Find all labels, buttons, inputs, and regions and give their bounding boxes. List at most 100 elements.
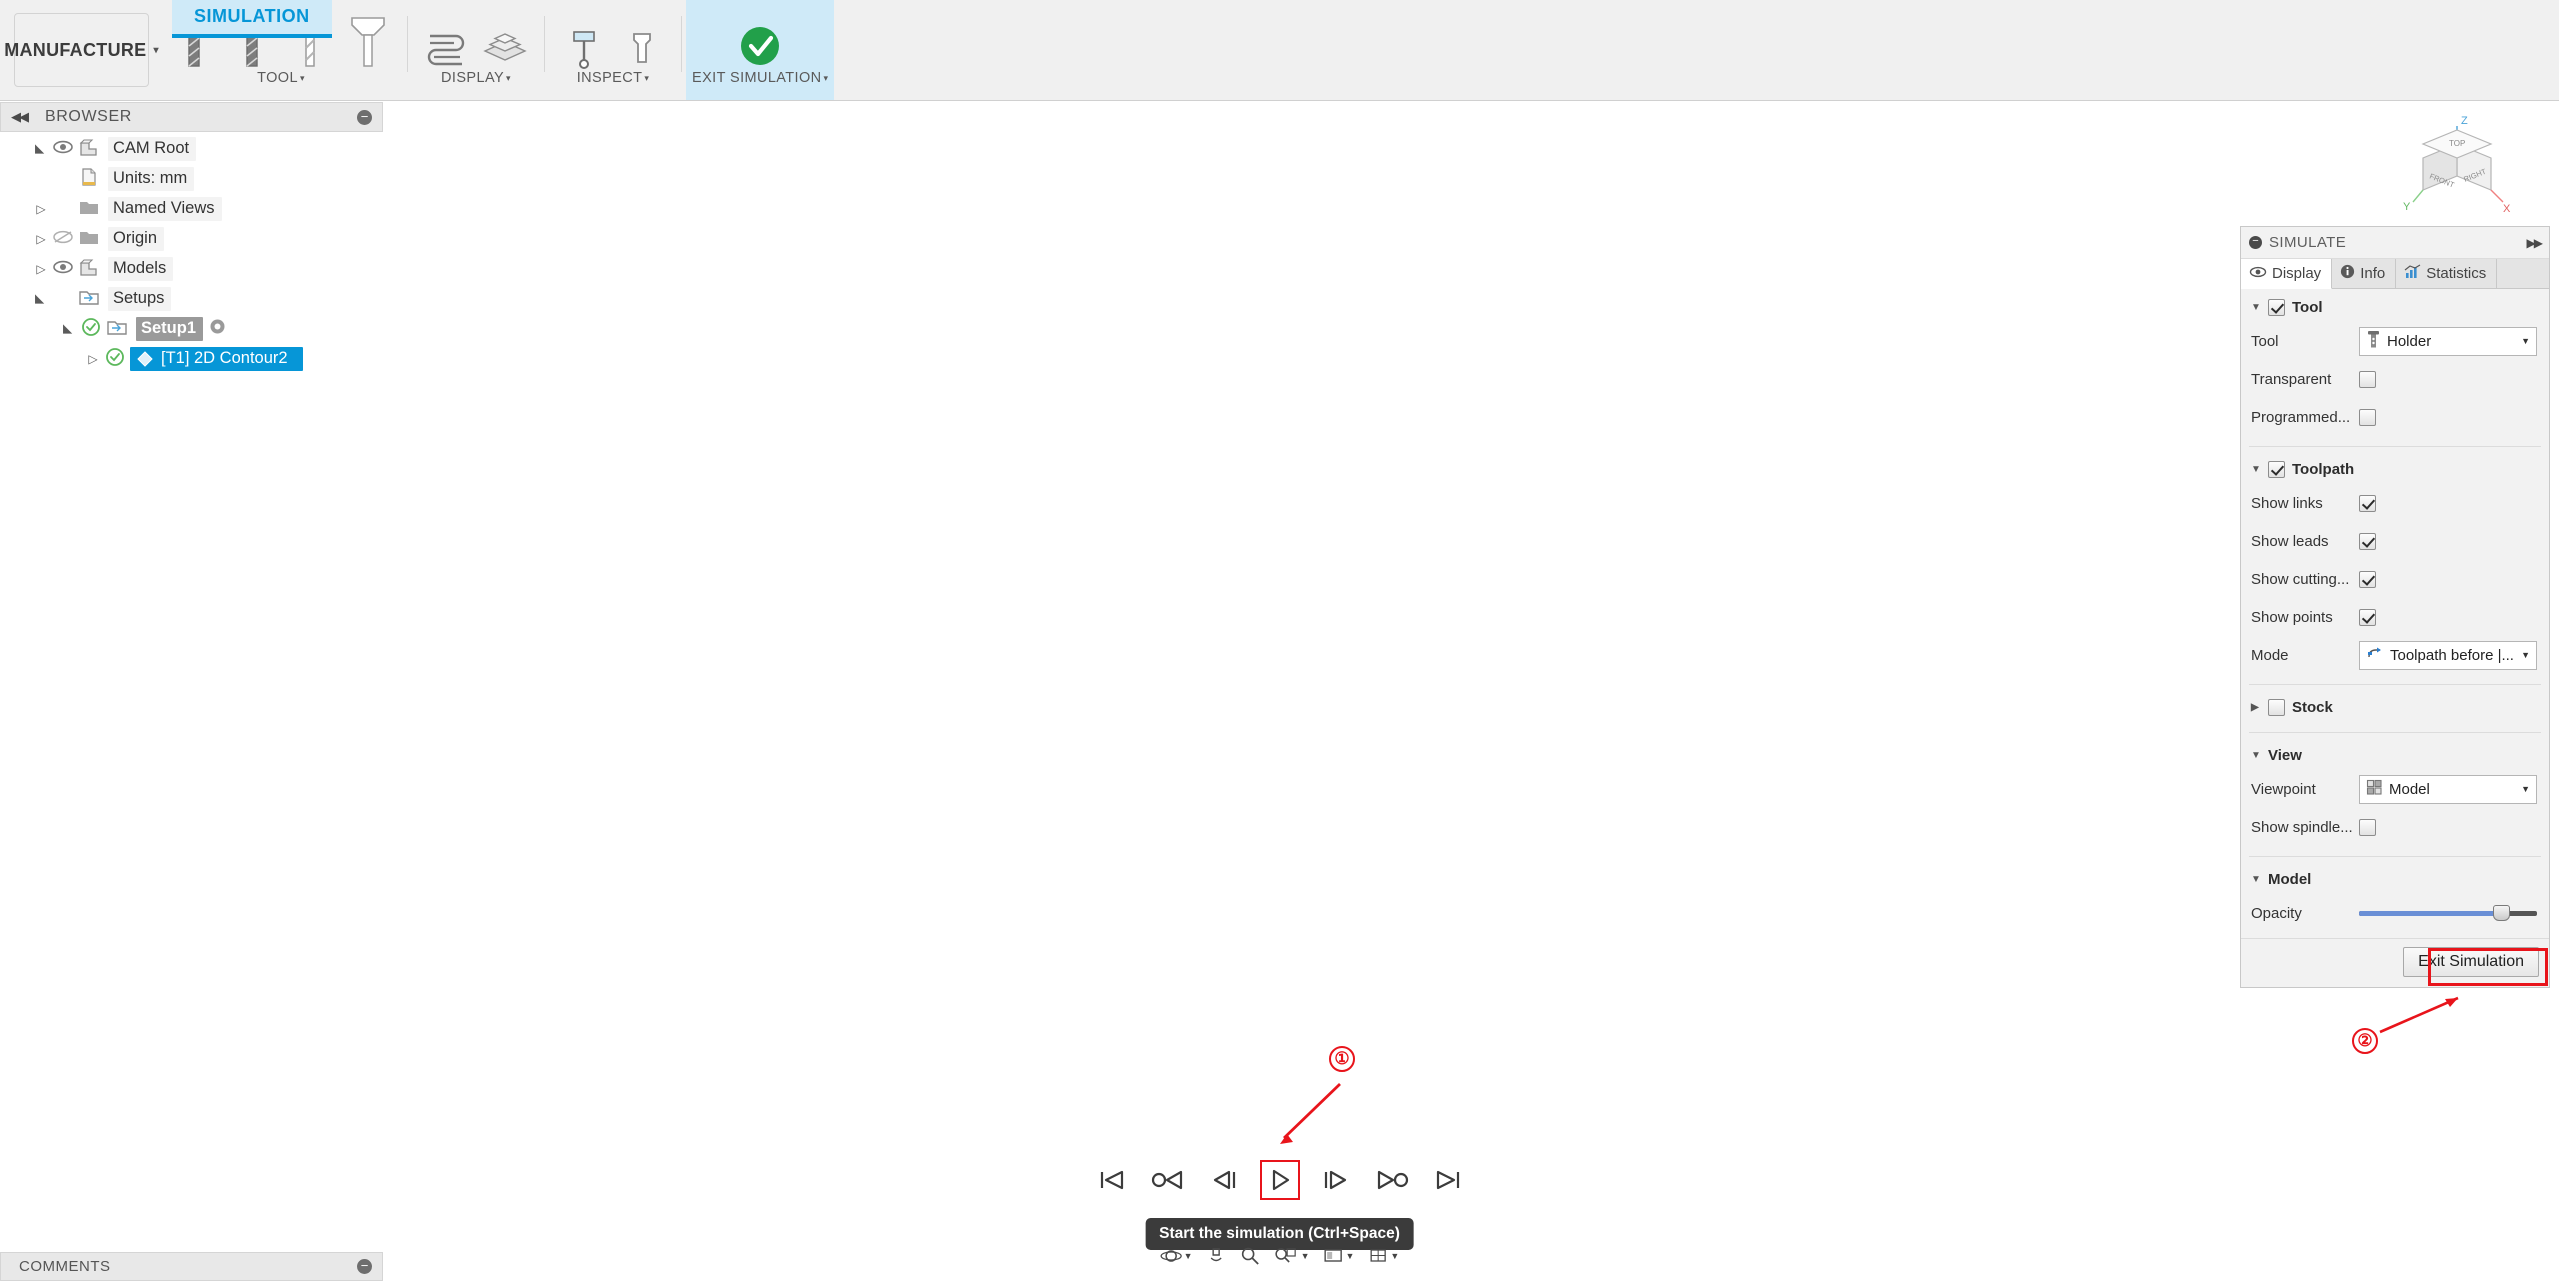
tree-item-named-views[interactable]: Named Views [0,194,383,224]
stock-section-checkbox[interactable] [2268,699,2285,716]
show-points-checkbox[interactable] [2359,609,2376,626]
show-cutting-checkbox[interactable] [2359,571,2376,588]
chevron-down-icon[interactable]: ▼ [1390,1251,1399,1261]
twisty-open-icon[interactable] [30,142,52,156]
twisty-closed-icon[interactable] [82,352,104,366]
viewcube[interactable]: Z TOP FRONT RIGHT Y X [2399,110,2519,230]
skip-to-end-button[interactable] [1428,1160,1468,1200]
tree-item-operation-2d-contour2[interactable]: [T1] 2D Contour2 [0,344,383,374]
panel-label-display[interactable]: DISPLAY▾ [441,70,511,86]
twisty-closed-icon[interactable] [30,262,52,276]
show-leads-checkbox[interactable] [2359,533,2376,550]
measure-button[interactable] [555,8,613,72]
tree-item-origin[interactable]: Origin [0,224,383,254]
skip-to-start-button[interactable] [1092,1160,1132,1200]
top-toolbar: MANUFACTURE ▾ [0,0,2559,101]
browser-menu-button[interactable]: − [357,110,372,125]
zoom-button[interactable] [1241,1246,1261,1266]
double-arrow-right-icon[interactable]: ▶▶ [2527,236,2541,250]
collapse-left-icon[interactable]: ◀◀ [11,109,27,125]
fast-forward-button[interactable] [1372,1160,1412,1200]
section-stock-header[interactable]: ▶ Stock [2241,693,2549,722]
mode-dropdown[interactable]: Toolpath before |... ▼ [2359,641,2537,670]
triangle-down-icon[interactable]: ▼ [2251,874,2261,885]
tool-dropdown[interactable]: Holder ▼ [2359,327,2537,356]
display-settings-button[interactable]: ▼ [1324,1246,1355,1266]
exit-simulation-toolbar-button[interactable] [717,8,803,72]
triangle-down-icon[interactable]: ▼ [2251,302,2261,313]
show-cutting-label: Show cutting... [2251,571,2359,588]
section-view-header[interactable]: ▼ View [2241,741,2549,770]
section-model-header[interactable]: ▼ Model [2241,865,2549,894]
grid-snap-button[interactable]: ▼ [1368,1246,1399,1266]
panel-exit-simulation: EXIT SIMULATION▾ [686,0,834,100]
stock-display-icon [481,24,529,72]
show-spindle-checkbox[interactable] [2359,819,2376,836]
highlight-box-exit-simulation [2428,948,2548,986]
twisty-closed-icon[interactable] [30,202,52,216]
section-analysis-button[interactable] [613,8,671,72]
visibility-eye-off-icon[interactable] [52,229,78,250]
section-toolpath-header[interactable]: ▼ Toolpath [2241,455,2549,484]
tab-simulation[interactable]: SIMULATION [172,0,332,38]
tree-item-cam-root[interactable]: CAM Root [0,134,383,164]
workspace-selector[interactable]: MANUFACTURE ▾ [14,13,149,87]
slider-knob[interactable] [2493,905,2510,921]
minimize-icon[interactable]: − [2249,236,2262,249]
twisty-open-icon[interactable] [58,322,80,336]
section-tool-title: Tool [2292,299,2323,316]
pan-button[interactable] [1207,1246,1227,1266]
panel-label-inspect[interactable]: INSPECT▾ [577,70,650,86]
tab-display[interactable]: Display [2241,259,2332,289]
panel-label-tool[interactable]: TOOL▾ [257,70,305,86]
tree-item-setup1[interactable]: Setup1 [0,314,383,344]
play-button[interactable] [1260,1160,1300,1200]
chevron-down-icon[interactable]: ▼ [2521,650,2530,660]
tab-info[interactable]: Info [2332,259,2396,288]
skip-end-icon [1433,1167,1463,1193]
chevron-down-icon[interactable]: ▼ [2521,336,2530,346]
twisty-closed-icon[interactable] [30,232,52,246]
section-tool-header[interactable]: ▼ Tool [2241,293,2549,322]
stock-display-button[interactable] [476,8,534,72]
property-show-points: Show points [2241,598,2549,636]
chevron-down-icon[interactable]: ▼ [2521,784,2530,794]
panel-label-exit-simulation[interactable]: EXIT SIMULATION▾ [692,70,828,86]
toolpath-display-button[interactable] [418,8,476,72]
tool-section-checkbox[interactable] [2268,299,2285,316]
step-forward-button[interactable] [1316,1160,1356,1200]
visibility-eye-icon[interactable] [52,139,78,160]
t-slot-cutter-button[interactable] [339,8,397,72]
property-show-leads: Show leads [2241,522,2549,560]
viewpoint-label: Viewpoint [2251,781,2359,798]
toolpath-section-checkbox[interactable] [2268,461,2285,478]
triangle-down-icon[interactable]: ▼ [2251,464,2261,475]
chevron-down-icon[interactable]: ▼ [1301,1251,1310,1261]
comments-bar[interactable]: COMMENTS − [0,1252,383,1281]
viewpoint-value: Model [2389,781,2515,798]
chevron-down-icon[interactable]: ▼ [1346,1251,1355,1261]
tab-statistics[interactable]: Statistics [2396,259,2497,288]
fusion360-simulation-window: 100 50 0 100 50 MANUFACTURE ▾ [0,0,2559,1281]
triangle-down-icon[interactable]: ▼ [2251,750,2261,761]
play-backward-button[interactable] [1204,1160,1244,1200]
chevron-down-icon[interactable]: ▼ [1184,1251,1193,1261]
tree-label: CAM Root [108,137,196,161]
tree-item-models[interactable]: Models [0,254,383,284]
twisty-open-icon[interactable] [30,292,52,306]
step-back-fast-button[interactable] [1148,1160,1188,1200]
triangle-right-icon[interactable]: ▶ [2251,702,2261,713]
visibility-eye-icon[interactable] [52,259,78,280]
target-dot-icon[interactable] [209,318,226,340]
comments-menu-button[interactable]: − [357,1259,372,1274]
orbit-button[interactable]: ▼ [1160,1246,1193,1266]
tree-item-setups[interactable]: Setups [0,284,383,314]
programmed-checkbox[interactable] [2359,409,2376,426]
section-tool: ▼ Tool Tool Holder ▼ Transparent Pr [2241,289,2549,442]
show-links-checkbox[interactable] [2359,495,2376,512]
viewpoint-dropdown[interactable]: Model ▼ [2359,775,2537,804]
zoom-window-button[interactable]: ▼ [1275,1246,1310,1266]
transparent-checkbox[interactable] [2359,371,2376,388]
opacity-slider[interactable] [2359,903,2537,923]
tree-item-units[interactable]: Units: mm [0,164,383,194]
